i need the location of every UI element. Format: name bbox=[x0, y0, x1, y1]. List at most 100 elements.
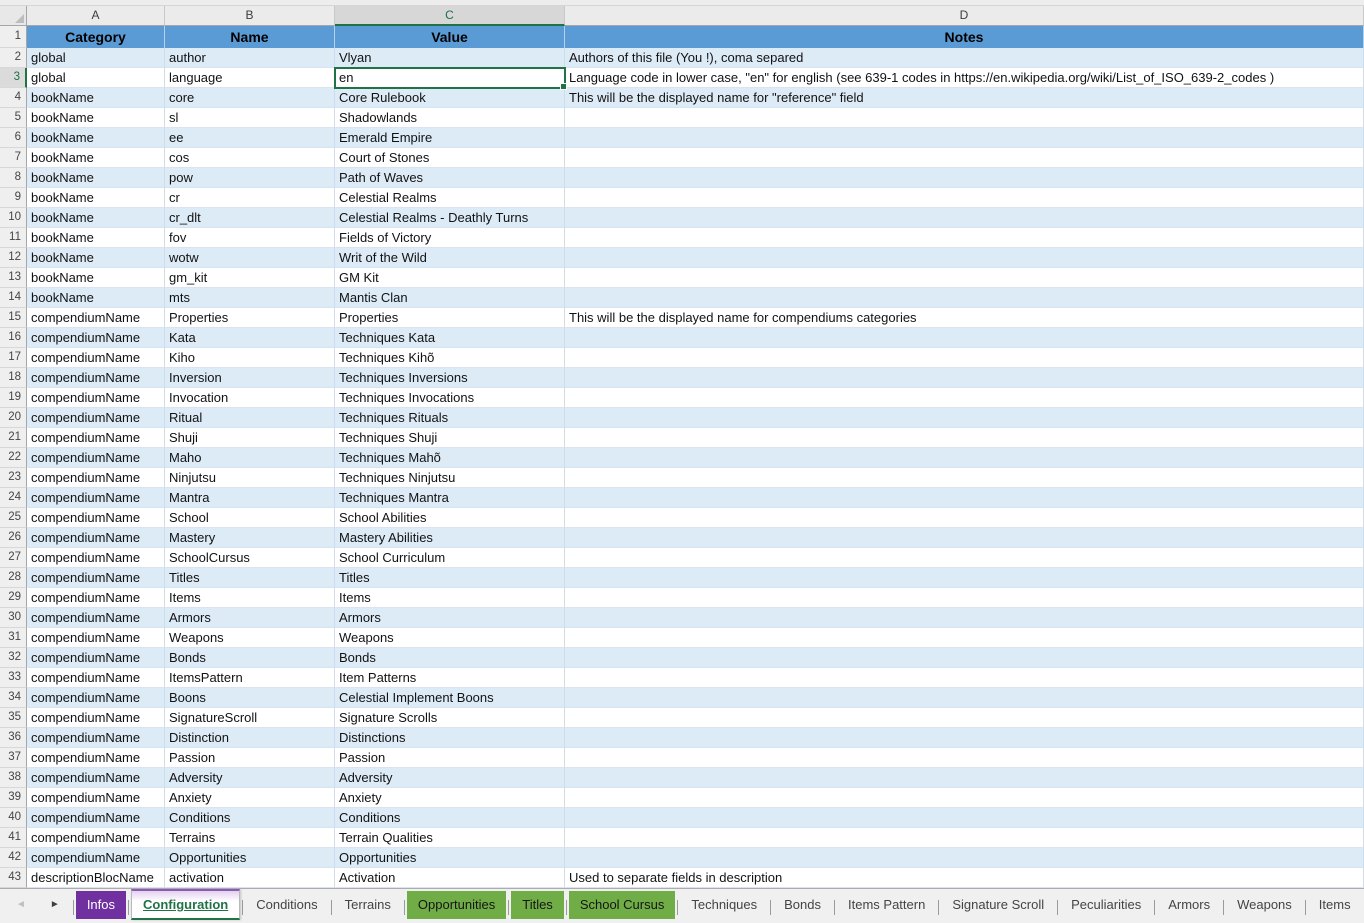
cell-B38[interactable]: Adversity bbox=[165, 768, 335, 788]
cell-C32[interactable]: Bonds bbox=[335, 648, 565, 668]
cell-C17[interactable]: Techniques Kihõ bbox=[335, 348, 565, 368]
cell-A9[interactable]: bookName bbox=[27, 188, 165, 208]
cell-A8[interactable]: bookName bbox=[27, 168, 165, 188]
cell-B36[interactable]: Distinction bbox=[165, 728, 335, 748]
cell-D11[interactable] bbox=[565, 228, 1364, 248]
cell-D13[interactable] bbox=[565, 268, 1364, 288]
cell-B24[interactable]: Mantra bbox=[165, 488, 335, 508]
cell-A6[interactable]: bookName bbox=[27, 128, 165, 148]
cell-D37[interactable] bbox=[565, 748, 1364, 768]
cell-D12[interactable] bbox=[565, 248, 1364, 268]
sheet-tab-terrains[interactable]: Terrains bbox=[334, 891, 402, 919]
cell-A40[interactable]: compendiumName bbox=[27, 808, 165, 828]
cell-B34[interactable]: Boons bbox=[165, 688, 335, 708]
cell-C29[interactable]: Items bbox=[335, 588, 565, 608]
cell-C12[interactable]: Writ of the Wild bbox=[335, 248, 565, 268]
row-number-32[interactable]: 32 bbox=[0, 648, 27, 668]
cell-D4[interactable]: This will be the displayed name for "ref… bbox=[565, 88, 1364, 108]
cell-C21[interactable]: Techniques Shuji bbox=[335, 428, 565, 448]
cell-B29[interactable]: Items bbox=[165, 588, 335, 608]
row-number-37[interactable]: 37 bbox=[0, 748, 27, 768]
row-number-3[interactable]: 3 bbox=[0, 68, 27, 88]
cell-C7[interactable]: Court of Stones bbox=[335, 148, 565, 168]
cell-C27[interactable]: School Curriculum bbox=[335, 548, 565, 568]
sheet-tab-bonds[interactable]: Bonds bbox=[773, 891, 832, 919]
cell-B37[interactable]: Passion bbox=[165, 748, 335, 768]
row-number-6[interactable]: 6 bbox=[0, 128, 27, 148]
cell-D15[interactable]: This will be the displayed name for comp… bbox=[565, 308, 1364, 328]
row-number-38[interactable]: 38 bbox=[0, 768, 27, 788]
cell-A35[interactable]: compendiumName bbox=[27, 708, 165, 728]
cell-B2[interactable]: author bbox=[165, 48, 335, 68]
row-number-14[interactable]: 14 bbox=[0, 288, 27, 308]
row-number-27[interactable]: 27 bbox=[0, 548, 27, 568]
cell-D2[interactable]: Authors of this file (You !), coma separ… bbox=[565, 48, 1364, 68]
cell-B42[interactable]: Opportunities bbox=[165, 848, 335, 868]
cell-C39[interactable]: Anxiety bbox=[335, 788, 565, 808]
row-number-15[interactable]: 15 bbox=[0, 308, 27, 328]
cell-C23[interactable]: Techniques Ninjutsu bbox=[335, 468, 565, 488]
cell-D16[interactable] bbox=[565, 328, 1364, 348]
cell-D26[interactable] bbox=[565, 528, 1364, 548]
row-number-12[interactable]: 12 bbox=[0, 248, 27, 268]
cell-D8[interactable] bbox=[565, 168, 1364, 188]
cell-C8[interactable]: Path of Waves bbox=[335, 168, 565, 188]
cell-D7[interactable] bbox=[565, 148, 1364, 168]
cell-C19[interactable]: Techniques Invocations bbox=[335, 388, 565, 408]
row-number-31[interactable]: 31 bbox=[0, 628, 27, 648]
cell-D36[interactable] bbox=[565, 728, 1364, 748]
row-number-36[interactable]: 36 bbox=[0, 728, 27, 748]
cell-A23[interactable]: compendiumName bbox=[27, 468, 165, 488]
cell-B15[interactable]: Properties bbox=[165, 308, 335, 328]
cell-B6[interactable]: ee bbox=[165, 128, 335, 148]
cell-B12[interactable]: wotw bbox=[165, 248, 335, 268]
cell-B31[interactable]: Weapons bbox=[165, 628, 335, 648]
cell-C20[interactable]: Techniques Rituals bbox=[335, 408, 565, 428]
cell-B39[interactable]: Anxiety bbox=[165, 788, 335, 808]
header-cell-value[interactable]: Value bbox=[335, 26, 565, 48]
cell-B20[interactable]: Ritual bbox=[165, 408, 335, 428]
sheet-tab-items-pattern[interactable]: Items Pattern bbox=[837, 891, 936, 919]
row-number-17[interactable]: 17 bbox=[0, 348, 27, 368]
cell-C41[interactable]: Terrain Qualities bbox=[335, 828, 565, 848]
row-number-29[interactable]: 29 bbox=[0, 588, 27, 608]
row-number-24[interactable]: 24 bbox=[0, 488, 27, 508]
cell-A34[interactable]: compendiumName bbox=[27, 688, 165, 708]
cell-D25[interactable] bbox=[565, 508, 1364, 528]
cell-C36[interactable]: Distinctions bbox=[335, 728, 565, 748]
row-number-33[interactable]: 33 bbox=[0, 668, 27, 688]
cell-C25[interactable]: School Abilities bbox=[335, 508, 565, 528]
row-number-18[interactable]: 18 bbox=[0, 368, 27, 388]
cell-A15[interactable]: compendiumName bbox=[27, 308, 165, 328]
cell-D23[interactable] bbox=[565, 468, 1364, 488]
cell-A31[interactable]: compendiumName bbox=[27, 628, 165, 648]
sheet-tab-armors[interactable]: Armors bbox=[1157, 891, 1221, 919]
row-number-39[interactable]: 39 bbox=[0, 788, 27, 808]
cell-A16[interactable]: compendiumName bbox=[27, 328, 165, 348]
row-number-40[interactable]: 40 bbox=[0, 808, 27, 828]
cell-A26[interactable]: compendiumName bbox=[27, 528, 165, 548]
cell-D40[interactable] bbox=[565, 808, 1364, 828]
cell-B10[interactable]: cr_dlt bbox=[165, 208, 335, 228]
row-number-8[interactable]: 8 bbox=[0, 168, 27, 188]
cell-D17[interactable] bbox=[565, 348, 1364, 368]
cell-D18[interactable] bbox=[565, 368, 1364, 388]
sheet-tab-weapons[interactable]: Weapons bbox=[1226, 891, 1303, 919]
cell-C9[interactable]: Celestial Realms bbox=[335, 188, 565, 208]
cell-C3[interactable]: en bbox=[335, 68, 565, 88]
cell-C30[interactable]: Armors bbox=[335, 608, 565, 628]
cell-C37[interactable]: Passion bbox=[335, 748, 565, 768]
tab-scroll-right-icon[interactable]: ► bbox=[50, 900, 60, 910]
cell-D35[interactable] bbox=[565, 708, 1364, 728]
cell-B33[interactable]: ItemsPattern bbox=[165, 668, 335, 688]
cell-B3[interactable]: language bbox=[165, 68, 335, 88]
cell-D22[interactable] bbox=[565, 448, 1364, 468]
row-number-11[interactable]: 11 bbox=[0, 228, 27, 248]
row-number-10[interactable]: 10 bbox=[0, 208, 27, 228]
row-number-25[interactable]: 25 bbox=[0, 508, 27, 528]
cell-B14[interactable]: mts bbox=[165, 288, 335, 308]
sheet-tab-techniques[interactable]: Techniques bbox=[680, 891, 768, 919]
cell-D9[interactable] bbox=[565, 188, 1364, 208]
cell-D39[interactable] bbox=[565, 788, 1364, 808]
cell-D21[interactable] bbox=[565, 428, 1364, 448]
